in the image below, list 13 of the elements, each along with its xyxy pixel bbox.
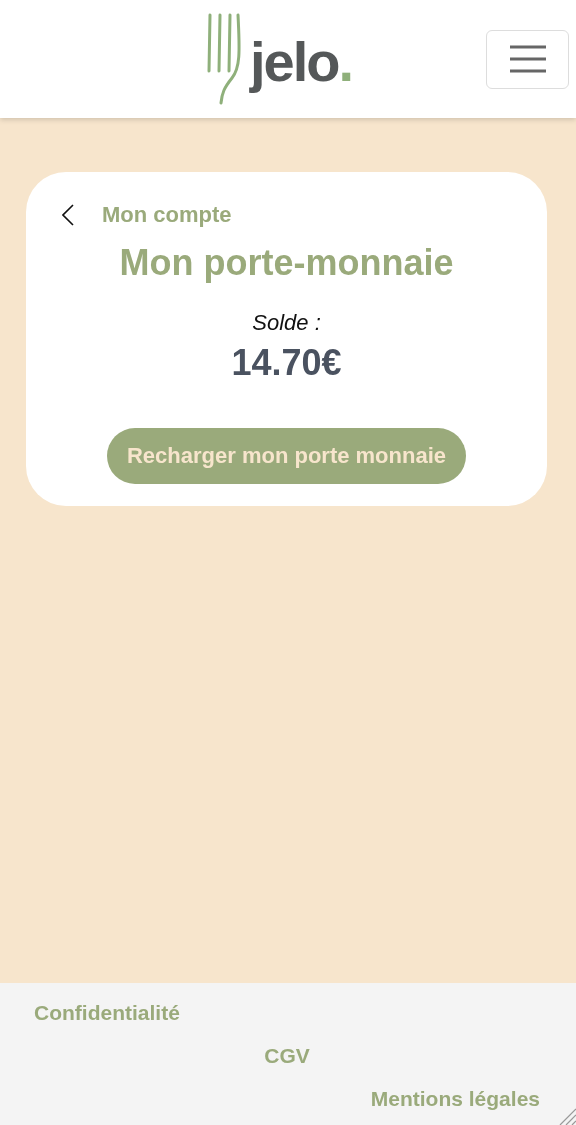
recharge-button[interactable]: Recharger mon porte monnaie — [106, 428, 467, 484]
footer-link[interactable]: CGV — [264, 1044, 310, 1068]
footer-link[interactable]: Mentions légales — [370, 1087, 540, 1111]
back-link[interactable]: Mon compte — [102, 202, 232, 228]
menu-button[interactable] — [486, 29, 569, 89]
back-icon[interactable] — [62, 204, 74, 226]
balance-label: Solde : — [252, 310, 321, 336]
menu-icon — [509, 45, 546, 73]
fork-icon — [206, 13, 242, 105]
balance-amount: 14.70€ — [231, 342, 342, 384]
resize-grip-icon[interactable] — [558, 1107, 576, 1125]
footer-link[interactable]: Confidentialité — [34, 1001, 180, 1025]
page-title: Mon porte-monnaie — [119, 242, 454, 284]
